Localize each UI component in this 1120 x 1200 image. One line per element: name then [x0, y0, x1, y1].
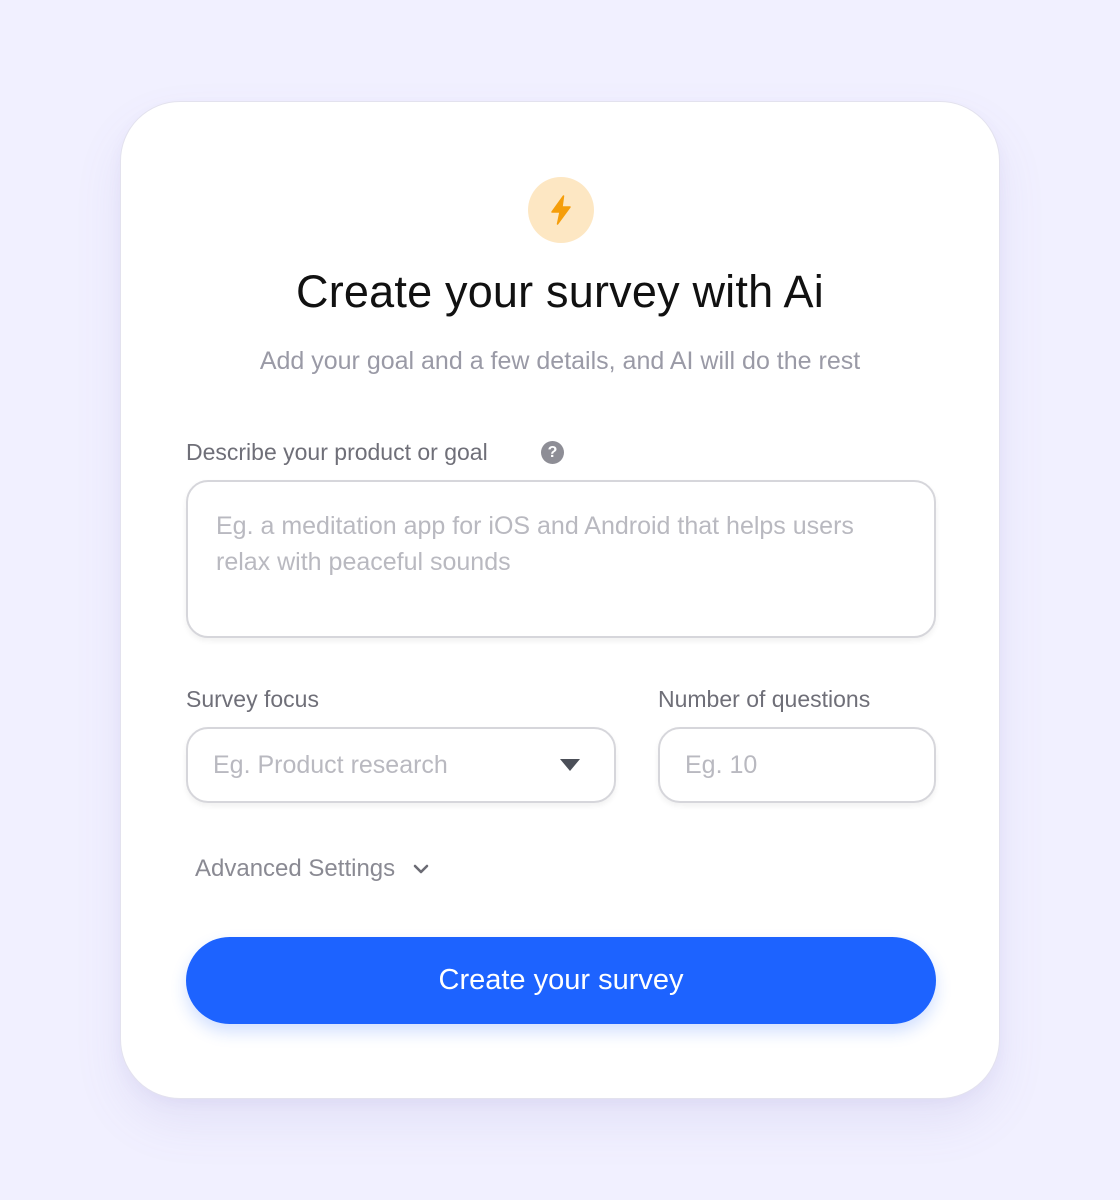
description-label: Describe your product or goal — [186, 439, 488, 465]
advanced-settings-toggle[interactable]: Advanced Settings — [195, 852, 429, 886]
description-field[interactable] — [186, 480, 936, 638]
page-subtitle: Add your goal and a few details, and AI … — [259, 347, 861, 375]
ai-badge — [528, 177, 594, 243]
dropdown-caret-icon — [560, 759, 580, 771]
question-mark-icon[interactable]: ? — [541, 441, 564, 464]
lightning-bolt-icon — [551, 195, 571, 225]
questions-label: Number of questions — [658, 686, 871, 712]
chevron-down-icon — [413, 864, 429, 874]
survey-card: Create your survey with Ai Add your goal… — [120, 101, 1000, 1099]
advanced-settings-label: Advanced Settings — [195, 855, 396, 882]
questions-count-field[interactable] — [658, 727, 936, 803]
survey-focus-label: Survey focus — [186, 686, 319, 712]
survey-focus-placeholder: Eg. Product research — [213, 751, 448, 779]
survey-focus-select[interactable]: Eg. Product research — [186, 727, 616, 803]
create-survey-button[interactable]: Create your survey — [186, 937, 936, 1024]
page-title: Create your survey with Ai — [296, 266, 824, 317]
